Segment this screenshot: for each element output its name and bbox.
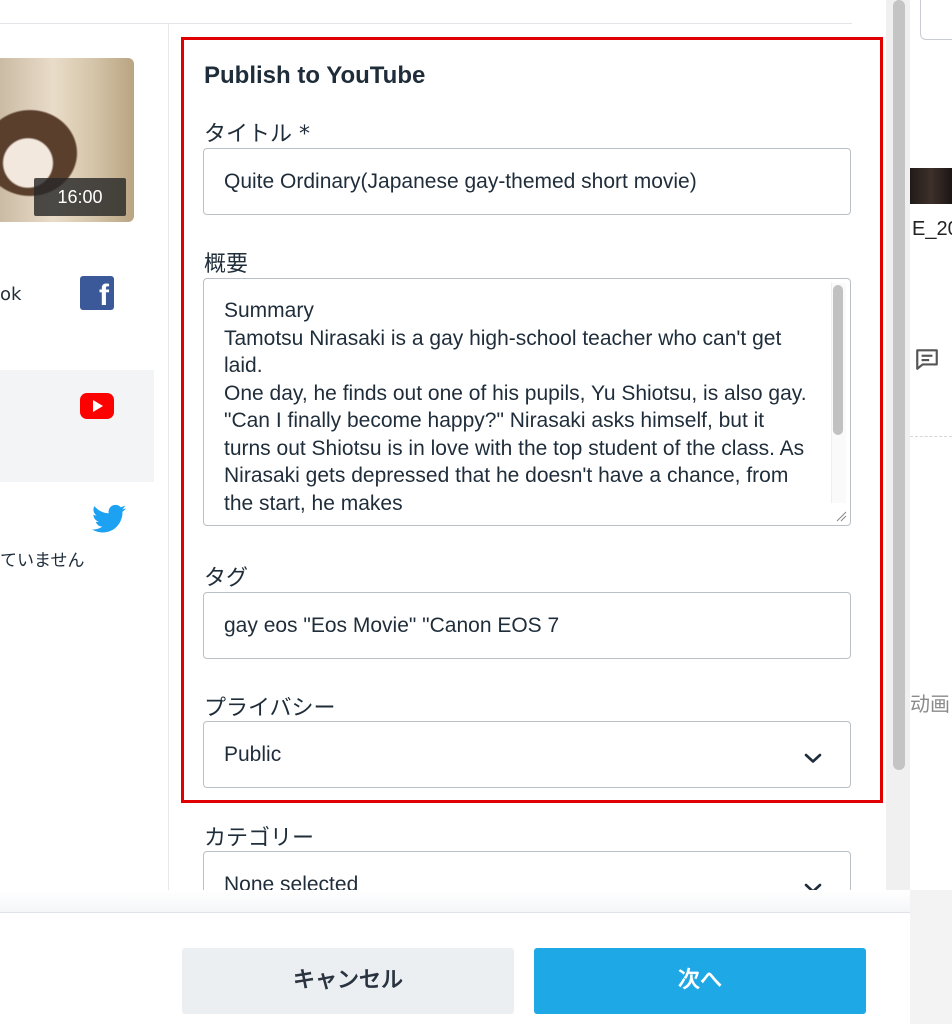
category-label: カテゴリー	[204, 826, 315, 851]
chevron-down-icon	[804, 753, 822, 763]
publish-modal: 16:00 ok f ていません Publish to YouTube タイトル…	[0, 0, 886, 890]
next-button[interactable]: 次へ	[534, 948, 866, 1014]
background-divider	[910, 436, 952, 437]
background-video-name: E_20	[912, 218, 952, 240]
privacy-select[interactable]: Public	[203, 721, 851, 788]
summary-value: Summary Tamotsu Nirasaki is a gay high-s…	[224, 299, 807, 515]
youtube-icon[interactable]	[80, 393, 114, 419]
summary-textarea[interactable]: Summary Tamotsu Nirasaki is a gay high-s…	[203, 278, 851, 526]
video-duration: 16:00	[34, 178, 126, 216]
comment-icon	[916, 349, 938, 370]
facebook-icon[interactable]: f	[80, 276, 114, 310]
column-divider	[168, 24, 169, 890]
twitter-status: ていません	[0, 551, 85, 571]
title-value: Quite Ordinary(Japanese gay-themed short…	[224, 170, 697, 193]
tags-label: タグ	[204, 566, 249, 591]
category-select[interactable]: None selected	[203, 851, 851, 890]
background-label: 动画	[910, 692, 950, 716]
tags-value: gay eos "Eos Movie" "Canon EOS 7	[224, 614, 560, 637]
network-row-youtube[interactable]	[0, 370, 154, 482]
cancel-button[interactable]: キャンセル	[182, 948, 514, 1014]
modal-top-divider	[0, 23, 852, 24]
category-value: None selected	[224, 873, 359, 890]
form-title: Publish to YouTube	[204, 62, 426, 89]
twitter-icon[interactable]	[92, 504, 126, 534]
privacy-value: Public	[224, 743, 282, 766]
modal-scrollbar-thumb[interactable]	[893, 0, 905, 770]
background-overlay	[910, 890, 952, 1024]
footer-divider	[0, 912, 910, 913]
chevron-down-icon	[804, 883, 822, 890]
background-input	[920, 0, 952, 40]
title-label: タイトル *	[204, 122, 310, 147]
tags-input[interactable]: gay eos "Eos Movie" "Canon EOS 7	[203, 592, 851, 659]
background-video-thumbnail	[910, 168, 952, 204]
privacy-label: プライバシー	[204, 696, 336, 721]
summary-label: 概要	[204, 252, 249, 277]
summary-scrollbar-thumb[interactable]	[833, 285, 843, 435]
title-input[interactable]: Quite Ordinary(Japanese gay-themed short…	[203, 148, 851, 215]
footer-fade	[0, 890, 910, 912]
facebook-label: ok	[0, 284, 22, 305]
resize-handle-icon[interactable]	[835, 510, 847, 522]
